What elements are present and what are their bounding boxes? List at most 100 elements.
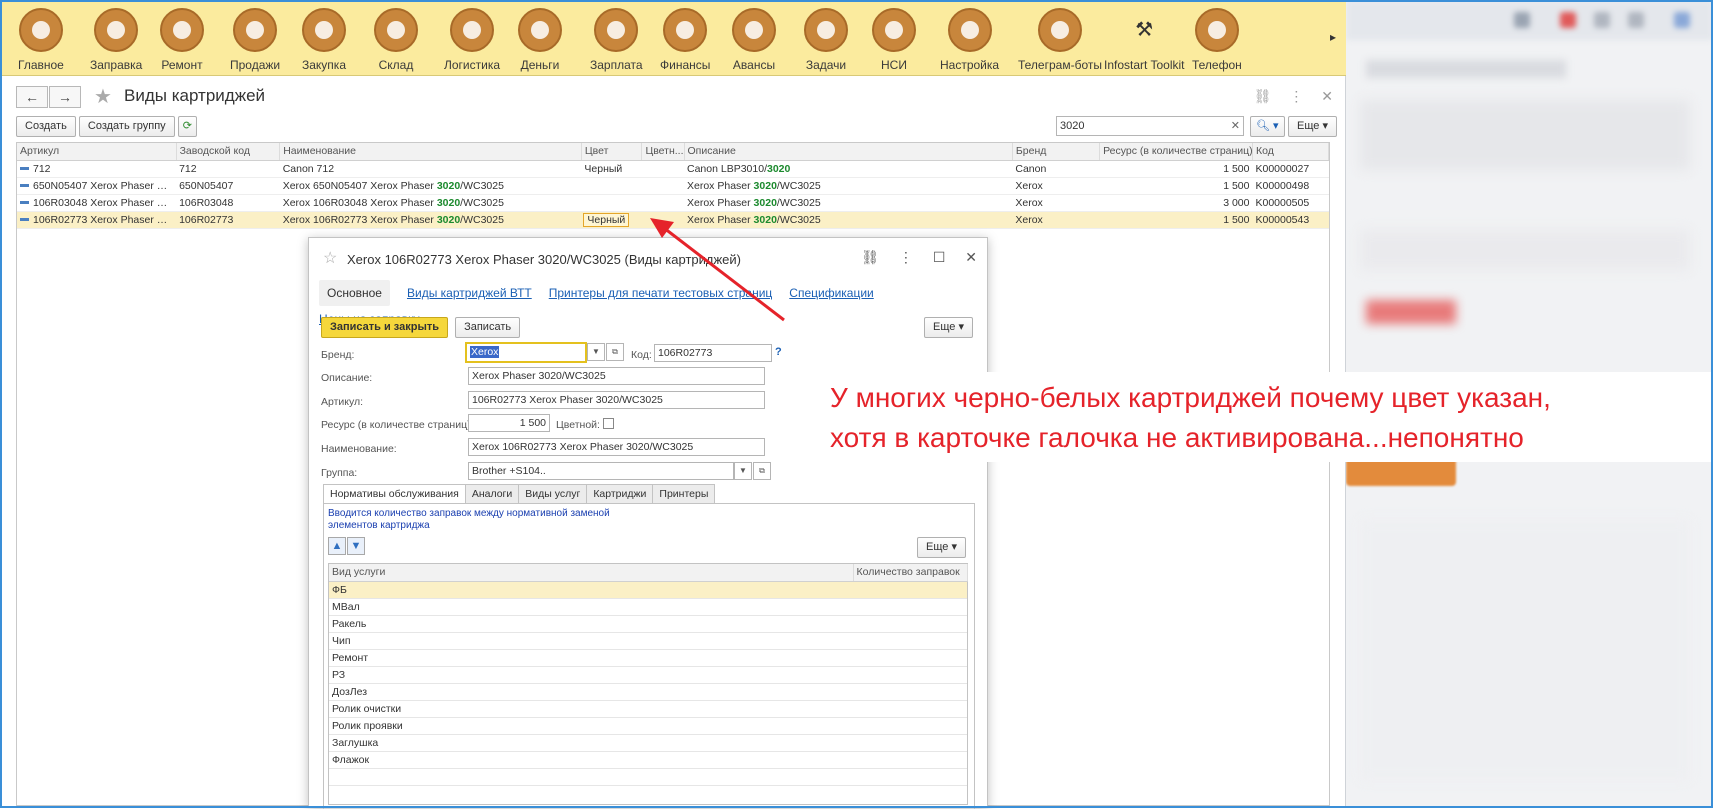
close-icon[interactable]: ✕ — [1321, 88, 1333, 104]
form-tab[interactable]: Основное — [319, 280, 390, 306]
refill-count-cell[interactable] — [853, 683, 967, 701]
service-name-cell[interactable]: Ролик проявки — [329, 717, 853, 735]
table-cell[interactable]: Canon — [1012, 160, 1100, 178]
table-cell[interactable]: K00000498 — [1252, 177, 1329, 195]
form-tab[interactable]: Виды картриджей ВТТ — [407, 280, 532, 306]
table-cell[interactable]: Xerox — [1012, 194, 1100, 212]
refill-count-cell[interactable] — [853, 632, 967, 650]
search-input[interactable]: 3020 ✕ — [1056, 116, 1244, 136]
section-toolkit[interactable]: ⚒ Infostart Toolkit — [1104, 8, 1184, 72]
table-cell[interactable]: 3 000 — [1099, 194, 1253, 212]
refill-count-cell[interactable] — [853, 666, 967, 684]
table-cell[interactable]: 106R03048 Xerox Phaser 3020.. — [17, 194, 177, 212]
table-cell[interactable] — [641, 211, 684, 229]
save-and-close-button[interactable]: Записать и закрыть — [321, 317, 449, 338]
table-cell[interactable]: 1 500 — [1099, 211, 1253, 229]
colored-checkbox[interactable] — [603, 418, 614, 429]
table-row[interactable]: МВал — [329, 598, 967, 616]
column-header[interactable]: Цветн... — [641, 143, 685, 161]
article-field[interactable]: 106R02773 Xerox Phaser 3020/WC3025 — [468, 391, 765, 409]
column-header[interactable]: Бренд — [1012, 143, 1101, 161]
section-finance[interactable]: Финансы — [660, 8, 710, 72]
more-actions-icon[interactable]: ⋮ — [899, 249, 913, 265]
service-name-cell[interactable]: Чип — [329, 632, 853, 650]
column-header[interactable]: Вид услуги — [329, 564, 854, 582]
sub-tab[interactable]: Принтеры — [652, 484, 716, 504]
table-cell[interactable]: Xerox Phaser 3020/WC3025 — [684, 211, 1013, 229]
name-field[interactable]: Xerox 106R02773 Xerox Phaser 3020/WC3025 — [468, 438, 765, 456]
sub-more-button[interactable]: Еще ▾ — [917, 537, 966, 558]
service-name-cell[interactable]: Ремонт — [329, 649, 853, 667]
column-header[interactable]: Количество заправок — [853, 564, 968, 582]
section-settings[interactable]: Настройка — [940, 8, 999, 72]
refill-count-cell[interactable] — [853, 581, 967, 599]
service-name-cell[interactable]: ДозЛез — [329, 683, 853, 701]
table-cell[interactable] — [581, 177, 642, 195]
table-row[interactable]: Ракель — [329, 615, 967, 633]
table-cell[interactable]: Xerox — [1012, 177, 1100, 195]
more-button[interactable]: Еще ▾ — [1288, 116, 1337, 137]
service-name-cell[interactable]: Флажок — [329, 751, 853, 769]
resource-field[interactable]: 1 500 — [468, 414, 550, 432]
table-cell[interactable]: K00000543 — [1252, 211, 1329, 229]
table-cell[interactable]: 650N05407 Xerox Phaser 3020.. — [17, 177, 177, 195]
section-telegram[interactable]: Телеграм-боты — [1018, 8, 1102, 72]
refill-count-cell[interactable] — [853, 700, 967, 718]
table-cell[interactable]: 1 500 — [1099, 177, 1253, 195]
link-icon[interactable]: ⛓ — [861, 249, 879, 265]
create-button[interactable]: Создать — [16, 116, 76, 137]
move-up-icon[interactable]: ▲ — [328, 537, 346, 555]
refill-count-cell[interactable] — [853, 649, 967, 667]
brand-dropdown-icon[interactable]: ▼ — [587, 343, 605, 361]
column-header[interactable]: Наименование — [279, 143, 582, 161]
table-cell[interactable]: Canon 712 — [279, 160, 582, 178]
table-cell[interactable] — [641, 194, 684, 212]
table-cell[interactable]: Xerox 106R03048 Xerox Phaser 3020/WC3025 — [279, 194, 582, 212]
group-open-icon[interactable]: ⧉ — [753, 462, 771, 480]
favorite-star-icon[interactable]: ★ — [94, 84, 112, 109]
table-cell[interactable]: K00000505 — [1252, 194, 1329, 212]
table-cell[interactable]: 106R02773 — [176, 211, 280, 229]
table-row[interactable]: РЗ — [329, 666, 967, 684]
refresh-icon[interactable]: ⟳ — [177, 116, 197, 137]
table-cell[interactable]: 712 — [176, 160, 280, 178]
refill-count-cell[interactable] — [853, 615, 967, 633]
table-cell[interactable]: 1 500 — [1099, 160, 1253, 178]
form-tab[interactable]: Принтеры для печати тестовых страниц — [549, 280, 773, 306]
section-home[interactable]: Главное — [18, 8, 64, 72]
group-field[interactable]: Brother +S104.. — [468, 462, 734, 480]
table-row[interactable]: 106R03048 Xerox Phaser 3020..106R03048 Xe… — [17, 194, 1329, 212]
service-name-cell[interactable]: РЗ — [329, 666, 853, 684]
code-field[interactable]: 106R02773 — [654, 344, 772, 362]
table-cell[interactable]: 106R03048 — [176, 194, 280, 212]
refill-count-cell[interactable] — [853, 598, 967, 616]
column-header[interactable]: Цвет — [581, 143, 643, 161]
create-group-button[interactable]: Создать группу — [78, 116, 175, 137]
table-row[interactable]: Ролик проявки — [329, 717, 967, 735]
column-header[interactable]: Код — [1252, 143, 1330, 161]
search-button[interactable]: 🔍︎ ▾ — [1250, 116, 1285, 137]
forward-button[interactable]: → — [49, 86, 81, 108]
table-cell[interactable] — [581, 194, 642, 212]
section-purchase[interactable]: Закупка — [302, 8, 346, 72]
clear-search-icon[interactable]: ✕ — [1231, 117, 1240, 135]
table-row[interactable]: Заглушка — [329, 734, 967, 752]
service-name-cell[interactable]: МВал — [329, 598, 853, 616]
save-button[interactable]: Записать — [455, 317, 521, 338]
help-icon[interactable]: ? — [775, 346, 782, 358]
service-name-cell[interactable]: ФБ — [329, 581, 853, 599]
section-money[interactable]: Деньги — [518, 8, 562, 72]
table-row[interactable]: Ремонт — [329, 649, 967, 667]
table-row[interactable]: Флажок — [329, 751, 967, 769]
section-repair[interactable]: Ремонт — [160, 8, 204, 72]
table-row[interactable]: ДозЛез — [329, 683, 967, 701]
back-button[interactable]: ← — [16, 86, 48, 108]
sub-tab[interactable]: Нормативы обслуживания — [323, 484, 466, 504]
section-reference[interactable]: НСИ — [872, 8, 916, 72]
table-cell[interactable]: Xerox 650N05407 Xerox Phaser 3020/WC3025 — [279, 177, 582, 195]
maximize-icon[interactable]: ☐ — [933, 249, 946, 265]
table-row[interactable]: 712 712 Canon 712 Черный Canon LBP3010/3020 C… — [17, 160, 1329, 178]
section-sales[interactable]: Продажи — [230, 8, 280, 72]
sub-tab[interactable]: Виды услуг — [518, 484, 588, 504]
service-name-cell[interactable]: Ролик очистки — [329, 700, 853, 718]
